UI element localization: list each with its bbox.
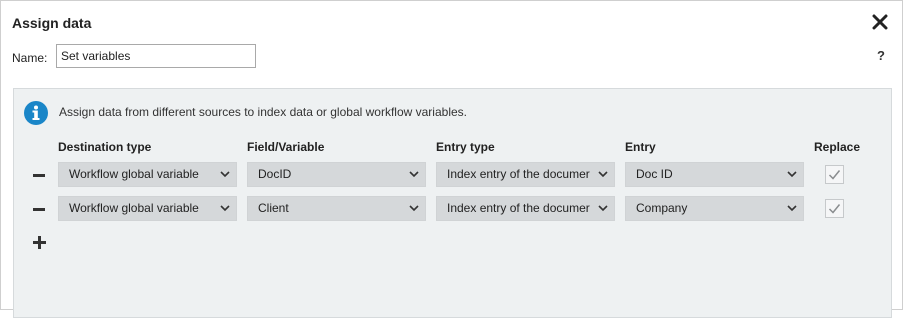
- field-variable-select[interactable]: DocID: [247, 162, 426, 187]
- select-value: DocID: [258, 167, 292, 181]
- col-entry: Entry: [625, 140, 656, 154]
- entry-select[interactable]: Company: [625, 196, 804, 221]
- checkmark-icon: [828, 170, 841, 180]
- close-icon[interactable]: [872, 14, 888, 30]
- select-value: Workflow global variable: [69, 167, 199, 181]
- chevron-down-icon: [220, 205, 230, 212]
- dialog-title: Assign data: [12, 15, 92, 31]
- destination-type-select[interactable]: Workflow global variable: [58, 196, 237, 221]
- entry-type-select[interactable]: Index entry of the documer: [436, 196, 615, 221]
- select-value: Client: [258, 201, 289, 215]
- assignment-panel: Assign data from different sources to in…: [13, 88, 892, 318]
- remove-row-button[interactable]: [32, 202, 46, 216]
- select-value: Doc ID: [636, 167, 673, 181]
- chevron-down-icon: [409, 205, 419, 212]
- destination-type-select[interactable]: Workflow global variable: [58, 162, 237, 187]
- col-entry-type: Entry type: [436, 140, 495, 154]
- col-field-variable: Field/Variable: [247, 140, 325, 154]
- field-variable-select[interactable]: Client: [247, 196, 426, 221]
- remove-row-button[interactable]: [32, 168, 46, 182]
- chevron-down-icon: [409, 171, 419, 178]
- select-value: Index entry of the documer: [447, 201, 590, 215]
- help-icon[interactable]: ?: [877, 48, 885, 63]
- select-value: Workflow global variable: [69, 201, 199, 215]
- entry-select[interactable]: Doc ID: [625, 162, 804, 187]
- replace-checkbox[interactable]: [825, 165, 844, 184]
- assign-data-dialog: Assign data ? Name: Assign data from dif…: [0, 0, 903, 318]
- add-row-button[interactable]: [33, 236, 46, 249]
- select-value: Company: [636, 201, 688, 215]
- chevron-down-icon: [787, 205, 797, 212]
- info-text: Assign data from different sources to in…: [59, 105, 467, 119]
- entry-type-select[interactable]: Index entry of the documer: [436, 162, 615, 187]
- name-label: Name:: [12, 51, 48, 65]
- col-destination-type: Destination type: [58, 140, 152, 154]
- chevron-down-icon: [220, 171, 230, 178]
- info-icon: [24, 101, 48, 125]
- select-value: Index entry of the documer: [447, 167, 590, 181]
- checkmark-icon: [828, 204, 841, 214]
- name-input[interactable]: [56, 44, 256, 68]
- chevron-down-icon: [598, 205, 608, 212]
- replace-checkbox[interactable]: [825, 199, 844, 218]
- chevron-down-icon: [598, 171, 608, 178]
- chevron-down-icon: [787, 171, 797, 178]
- col-replace: Replace: [814, 140, 861, 154]
